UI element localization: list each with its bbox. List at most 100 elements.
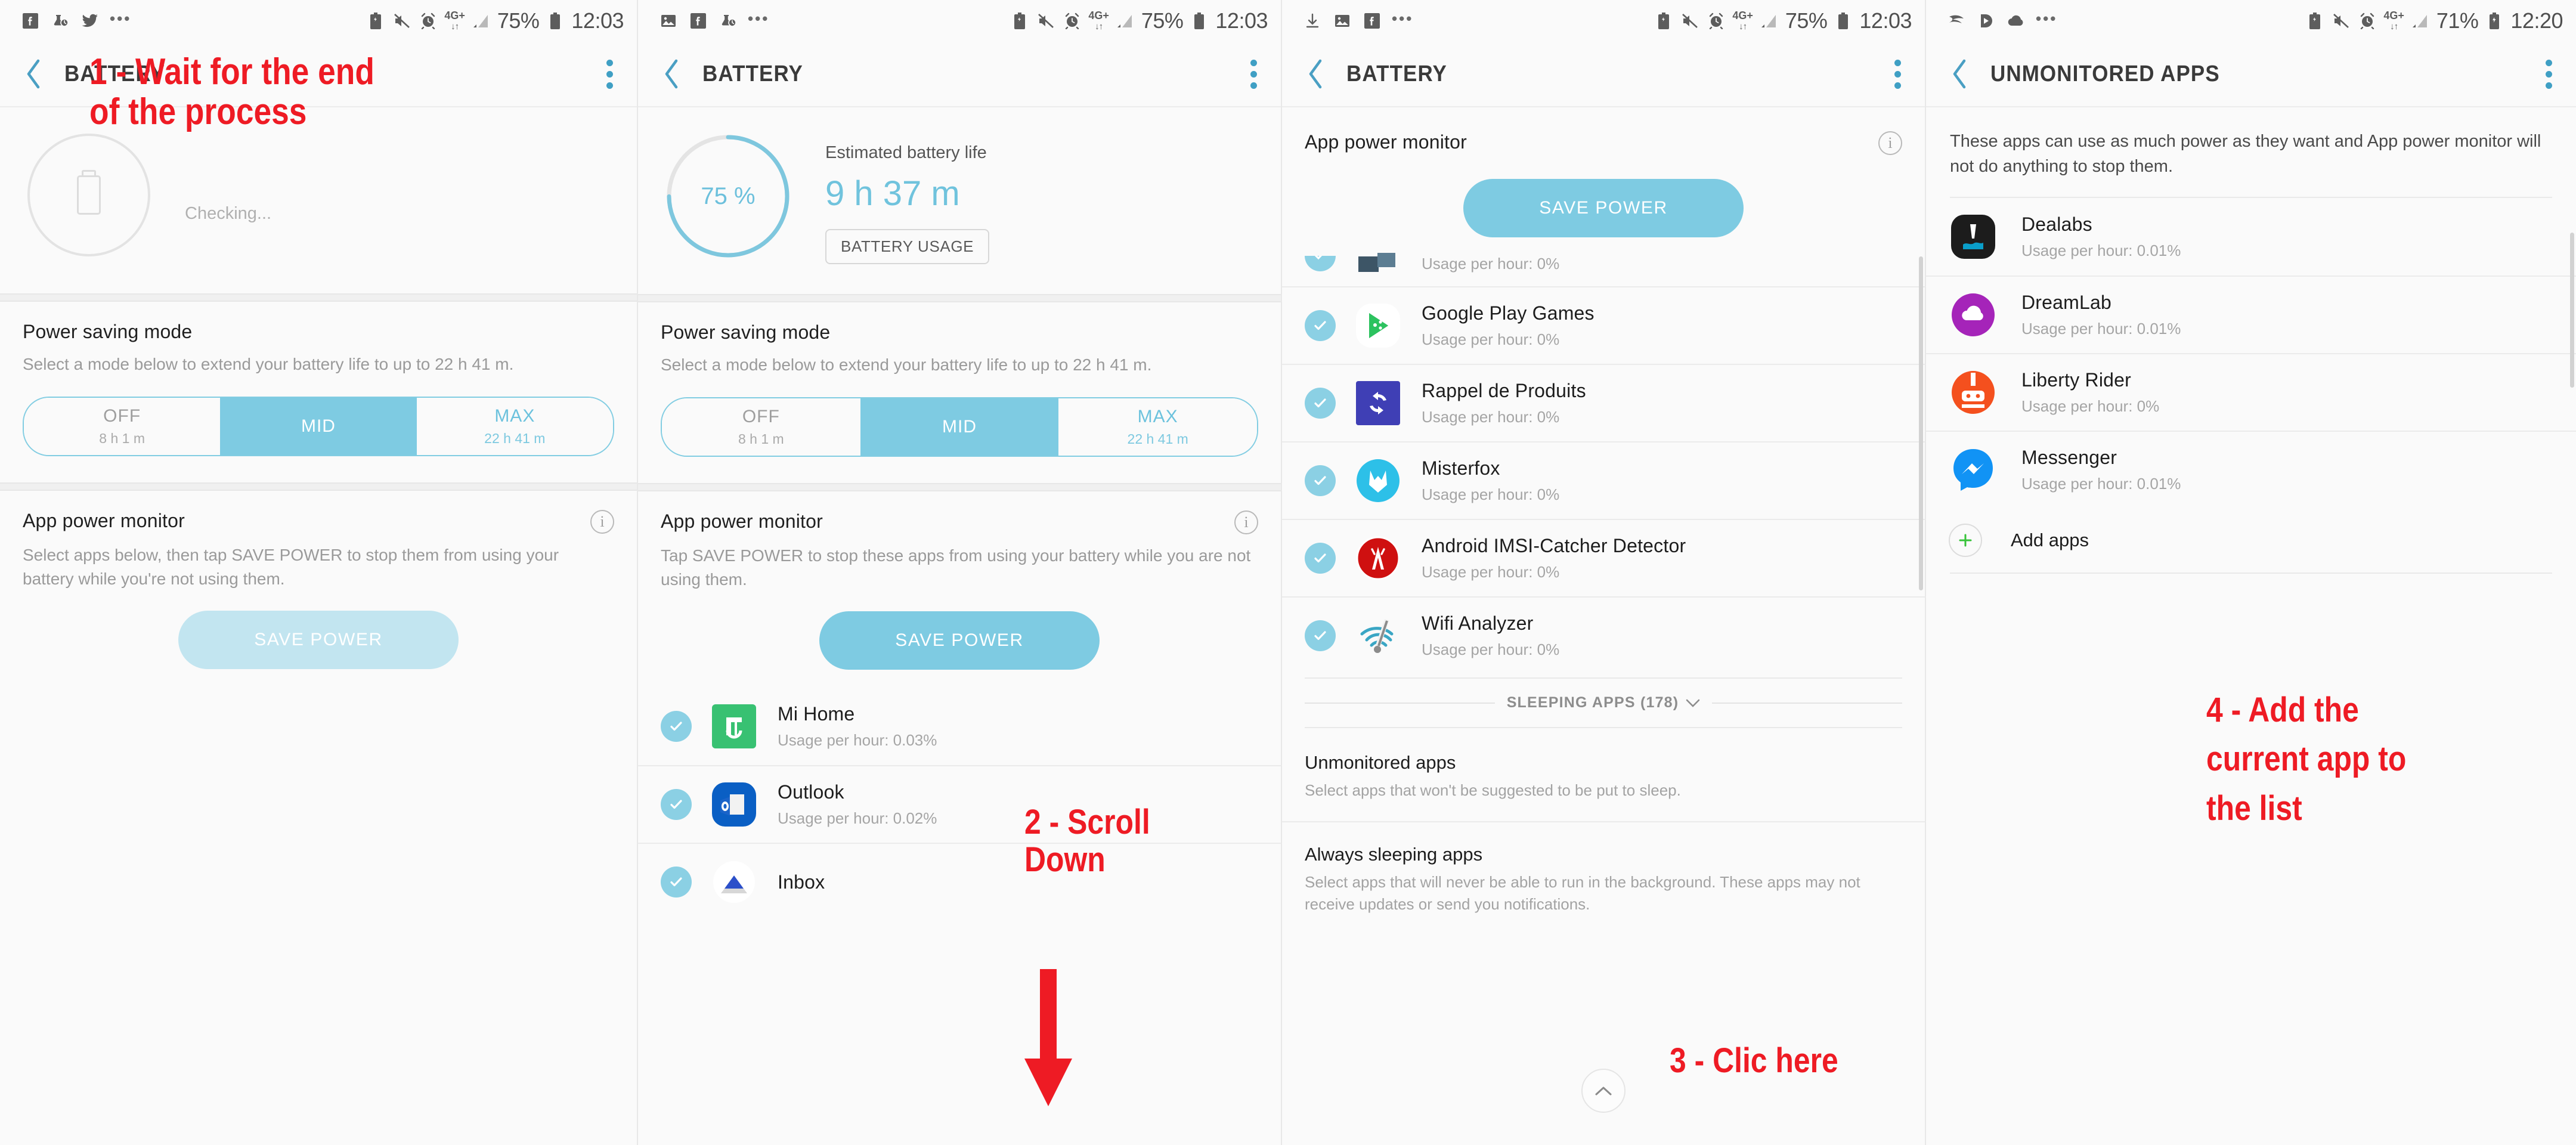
chevron-up-icon xyxy=(1595,1087,1612,1096)
app-bar: BATTERY xyxy=(1282,42,1925,107)
section-divider-2 xyxy=(638,482,1281,491)
checkbox-checked-icon[interactable] xyxy=(1305,388,1336,419)
section-divider xyxy=(0,293,637,302)
info-icon[interactable]: i xyxy=(590,509,614,534)
list-item-always-sleeping-apps[interactable]: Always sleeping apps Select apps that wi… xyxy=(1282,821,1925,935)
app-usage: Usage per hour: 0.01% xyxy=(2021,242,2181,260)
divider-left xyxy=(1305,702,1495,704)
checkbox-checked-icon[interactable] xyxy=(1305,256,1336,271)
checkbox-checked-icon[interactable] xyxy=(1305,465,1336,496)
battery-saver-icon xyxy=(2305,11,2325,31)
more-options-button[interactable] xyxy=(600,54,619,95)
table-row[interactable]: Android IMSI-Catcher Detector Usage per … xyxy=(1282,519,1925,596)
save-power-button[interactable]: SAVE POWER xyxy=(178,611,459,670)
checkbox-checked-icon[interactable] xyxy=(1305,310,1336,341)
list-item[interactable]: Dealabs Usage per hour: 0.01% xyxy=(1926,198,2576,276)
checkbox-checked-icon[interactable] xyxy=(661,711,692,742)
mute-icon xyxy=(1036,11,1056,31)
mode-option-max[interactable]: MAX 22 h 41 m xyxy=(416,397,613,455)
scroll-down-arrow-icon xyxy=(1024,969,1072,1106)
app-name: Rappel de Produits xyxy=(1422,380,1586,401)
status-bar: ••• 4G+ ↓↑ 75% 12:03 xyxy=(0,0,637,42)
network-type-label: 4G+ ↓↑ xyxy=(1088,9,1109,32)
back-button[interactable] xyxy=(1302,56,1329,92)
twitter-icon xyxy=(80,11,100,31)
screenshot-stage: ••• 4G+ ↓↑ 75% 12:03 BATTERY Checking...… xyxy=(0,0,2576,1145)
battery-usage-button[interactable]: BATTERY USAGE xyxy=(825,229,990,264)
annotation-step-4: 4 - Add the current app to the list xyxy=(2206,691,2407,828)
overflow-dots-icon: ••• xyxy=(748,10,770,27)
table-row[interactable]: Outlook Usage per hour: 0.02% xyxy=(638,765,1281,843)
save-power-button[interactable]: SAVE POWER xyxy=(819,611,1100,670)
table-row[interactable]: Misterfox Usage per hour: 0% xyxy=(1282,441,1925,519)
checkbox-checked-icon[interactable] xyxy=(1305,620,1336,651)
divider-3 xyxy=(1950,572,2552,574)
battery-saver-icon xyxy=(1654,11,1674,31)
power-saving-mode-selector: OFF 8 h 1 m MID MAX 22 h 41 m xyxy=(0,376,637,482)
back-button[interactable] xyxy=(1946,56,1973,92)
alarm-icon xyxy=(1706,11,1726,31)
app-usage: Usage per hour: 0% xyxy=(1422,254,1560,273)
list-item-unmonitored-apps[interactable]: Unmonitored apps Select apps that won't … xyxy=(1282,728,1925,821)
scrollbar-thumb[interactable] xyxy=(2570,233,2574,388)
status-bar: ••• 4G+ ↓↑ 75% 12:03 xyxy=(638,0,1281,42)
mute-icon xyxy=(2331,11,2351,31)
info-icon[interactable]: i xyxy=(1878,131,1902,155)
table-row[interactable]: Inbox xyxy=(638,843,1281,920)
page-title: BATTERY xyxy=(1346,61,1447,86)
misterfox-icon xyxy=(1356,459,1400,503)
sleeping-apps-band[interactable]: SLEEPING APPS (178) xyxy=(1282,679,1925,727)
checkbox-checked-icon[interactable] xyxy=(661,867,692,898)
status-bar: ••• 4G+ ↓↑ 75% 12:03 xyxy=(1282,0,1925,42)
back-button[interactable] xyxy=(658,56,685,92)
more-options-button[interactable] xyxy=(2540,54,2558,95)
signal-strength-icon xyxy=(1759,11,1779,31)
page-title: BATTERY xyxy=(64,61,165,86)
save-power-button[interactable]: SAVE POWER xyxy=(1463,179,1744,237)
more-options-button[interactable] xyxy=(1888,54,1907,95)
app-usage: Usage per hour: 0% xyxy=(1422,640,1560,658)
info-icon[interactable]: i xyxy=(1234,510,1258,534)
signal-strength-icon xyxy=(2410,11,2431,31)
app-name: Inbox xyxy=(778,871,825,893)
list-item[interactable]: Liberty Rider Usage per hour: 0% xyxy=(1926,353,2576,431)
list-item[interactable]: DreamLab Usage per hour: 0.01% xyxy=(1926,276,2576,353)
status-bar-system-icons: 4G+ ↓↑ 75% 12:03 xyxy=(1654,8,1912,33)
app-bar: BATTERY xyxy=(638,42,1281,107)
power-saving-mode-selector: OFF 8 h 1 m MID MAX 22 h 41 m xyxy=(638,377,1281,483)
table-row[interactable]: Mi Home Usage per hour: 0.03% xyxy=(638,688,1281,765)
chevron-down-icon xyxy=(1686,699,1700,707)
app-name: Google Play Games xyxy=(1422,302,1594,324)
network-type-label: 4G+ ↓↑ xyxy=(1732,9,1753,32)
unmonitored-apps-desc: Select apps that won't be suggested to b… xyxy=(1305,781,1681,799)
checkbox-checked-icon[interactable] xyxy=(1305,543,1336,574)
battery-icon xyxy=(1833,11,1853,31)
battery-icon xyxy=(1189,11,1209,31)
add-apps-row[interactable]: Add apps xyxy=(1926,508,2576,572)
table-row[interactable]: Usage per hour: 0% xyxy=(1282,248,1925,286)
play-games-icon xyxy=(1356,304,1400,348)
list-item[interactable]: Messenger Usage per hour: 0.01% xyxy=(1926,431,2576,508)
table-row[interactable]: Rappel de Produits Usage per hour: 0% xyxy=(1282,364,1925,441)
app-name: Dealabs xyxy=(2021,213,2092,236)
mode-option-max[interactable]: MAX 22 h 41 m xyxy=(1058,398,1257,456)
mode-option-off[interactable]: OFF 8 h 1 m xyxy=(662,398,860,456)
checkbox-checked-icon[interactable] xyxy=(661,789,692,821)
unmonitored-apps-intro: These apps can use as much power as they… xyxy=(1950,132,2541,177)
app-name: Liberty Rider xyxy=(2021,369,2132,391)
scrollbar-thumb[interactable] xyxy=(1919,256,1923,590)
app-name: Wifi Analyzer xyxy=(1422,612,1534,634)
table-row[interactable]: Google Play Games Usage per hour: 0% xyxy=(1282,286,1925,364)
back-button[interactable] xyxy=(20,56,47,92)
scroll-to-top-button[interactable] xyxy=(1581,1069,1626,1113)
mode-option-off[interactable]: OFF 8 h 1 m xyxy=(24,397,221,455)
sleeping-apps-text: SLEEPING APPS (178) xyxy=(1506,694,1679,711)
liberty-rider-icon xyxy=(1951,370,1995,414)
mode-max-sub: 22 h 41 m xyxy=(484,430,546,446)
plus-icon[interactable] xyxy=(1949,524,1982,558)
table-row[interactable]: Wifi Analyzer Usage per hour: 0% xyxy=(1282,596,1925,674)
mode-option-mid[interactable]: MID xyxy=(860,398,1059,456)
mode-option-mid[interactable]: MID xyxy=(220,397,417,455)
play-icon xyxy=(1976,11,1996,31)
more-options-button[interactable] xyxy=(1244,54,1263,95)
